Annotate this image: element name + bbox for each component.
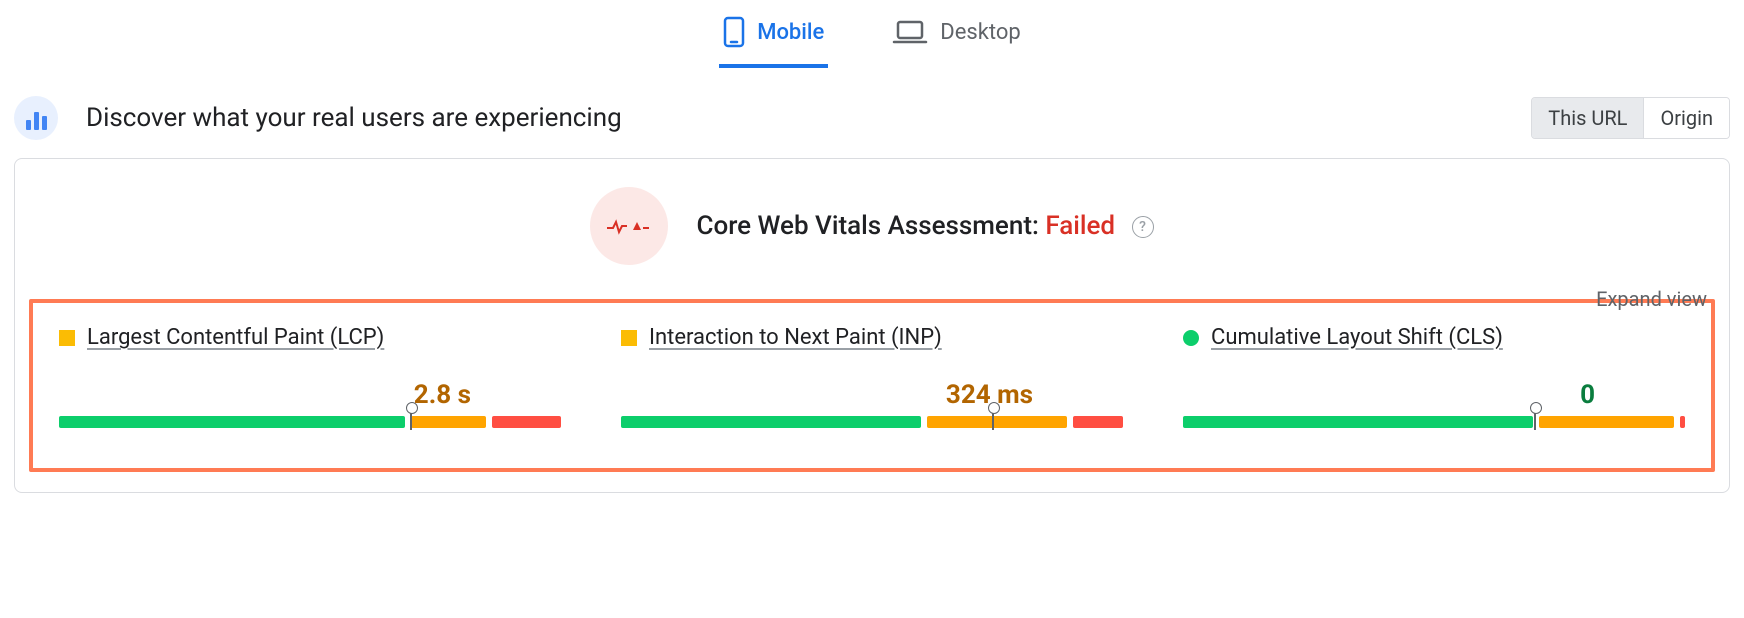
bar-seg-good [59, 416, 405, 428]
bar-seg-needs-improvement [927, 416, 1067, 428]
metric-lcp-header: Largest Contentful Paint (LCP) [59, 325, 561, 350]
bar-seg-good [621, 416, 921, 428]
status-square-icon [59, 330, 75, 346]
laptop-icon [892, 19, 928, 45]
metric-lcp-value: 2.8 s [414, 380, 471, 410]
bar-seg-poor [1680, 416, 1685, 428]
help-icon[interactable]: ? [1132, 216, 1154, 238]
metric-inp-header: Interaction to Next Paint (INP) [621, 325, 1123, 350]
assessment-status: Failed [1045, 211, 1115, 241]
status-dot-icon [1183, 330, 1199, 346]
bar-seg-needs-improvement [411, 416, 485, 428]
bar-seg-good [1183, 416, 1533, 428]
bar-seg-poor [1073, 416, 1123, 428]
metric-lcp-bar [59, 416, 561, 440]
assessment-text: Core Web Vitals Assessment: Failed ? [696, 211, 1153, 241]
tab-mobile[interactable]: Mobile [719, 6, 828, 68]
metric-inp: Interaction to Next Paint (INP) 324 ms [621, 325, 1123, 440]
status-square-icon [621, 330, 637, 346]
toggle-origin[interactable]: Origin [1643, 98, 1729, 138]
assessment-label: Core Web Vitals Assessment: [696, 211, 1045, 241]
bar-seg-needs-improvement [1539, 416, 1674, 428]
metric-cls-header: Cumulative Layout Shift (CLS) [1183, 325, 1685, 350]
scope-toggle: This URL Origin [1531, 97, 1730, 139]
tab-mobile-label: Mobile [757, 20, 824, 45]
toggle-this-url[interactable]: This URL [1532, 98, 1643, 138]
header-left: Discover what your real users are experi… [14, 96, 622, 140]
field-data-icon [14, 96, 58, 140]
tab-desktop[interactable]: Desktop [888, 6, 1025, 68]
assessment-row: Core Web Vitals Assessment: Failed ? [15, 187, 1729, 265]
metric-lcp-link[interactable]: Largest Contentful Paint (LCP) [87, 325, 384, 350]
metric-cls-value: 0 [1580, 380, 1595, 410]
tab-desktop-label: Desktop [940, 20, 1021, 45]
bar-marker [1534, 408, 1536, 430]
header-row: Discover what your real users are experi… [0, 68, 1744, 158]
metric-inp-bar [621, 416, 1123, 440]
smartphone-icon [723, 16, 745, 48]
metric-cls: Cumulative Layout Shift (CLS) 0 [1183, 325, 1685, 440]
metric-inp-value-row: 324 ms [621, 380, 1123, 410]
vitals-card: Core Web Vitals Assessment: Failed ? Exp… [14, 158, 1730, 493]
bar-marker [410, 408, 412, 430]
metric-cls-link[interactable]: Cumulative Layout Shift (CLS) [1211, 325, 1503, 350]
metric-lcp-value-row: 2.8 s [59, 380, 561, 410]
bar-marker [992, 408, 994, 430]
bar-seg-poor [492, 416, 561, 428]
expand-view-link[interactable]: Expand view [1596, 287, 1707, 311]
page-title: Discover what your real users are experi… [86, 103, 622, 133]
metric-lcp: Largest Contentful Paint (LCP) 2.8 s [59, 325, 561, 440]
metric-inp-link[interactable]: Interaction to Next Paint (INP) [649, 325, 942, 350]
pulse-icon [590, 187, 668, 265]
metrics-row: Largest Contentful Paint (LCP) 2.8 s Int… [29, 299, 1715, 472]
metric-cls-bar [1183, 416, 1685, 440]
device-tabs: Mobile Desktop [0, 0, 1744, 68]
metric-cls-value-row: 0 [1183, 380, 1685, 410]
